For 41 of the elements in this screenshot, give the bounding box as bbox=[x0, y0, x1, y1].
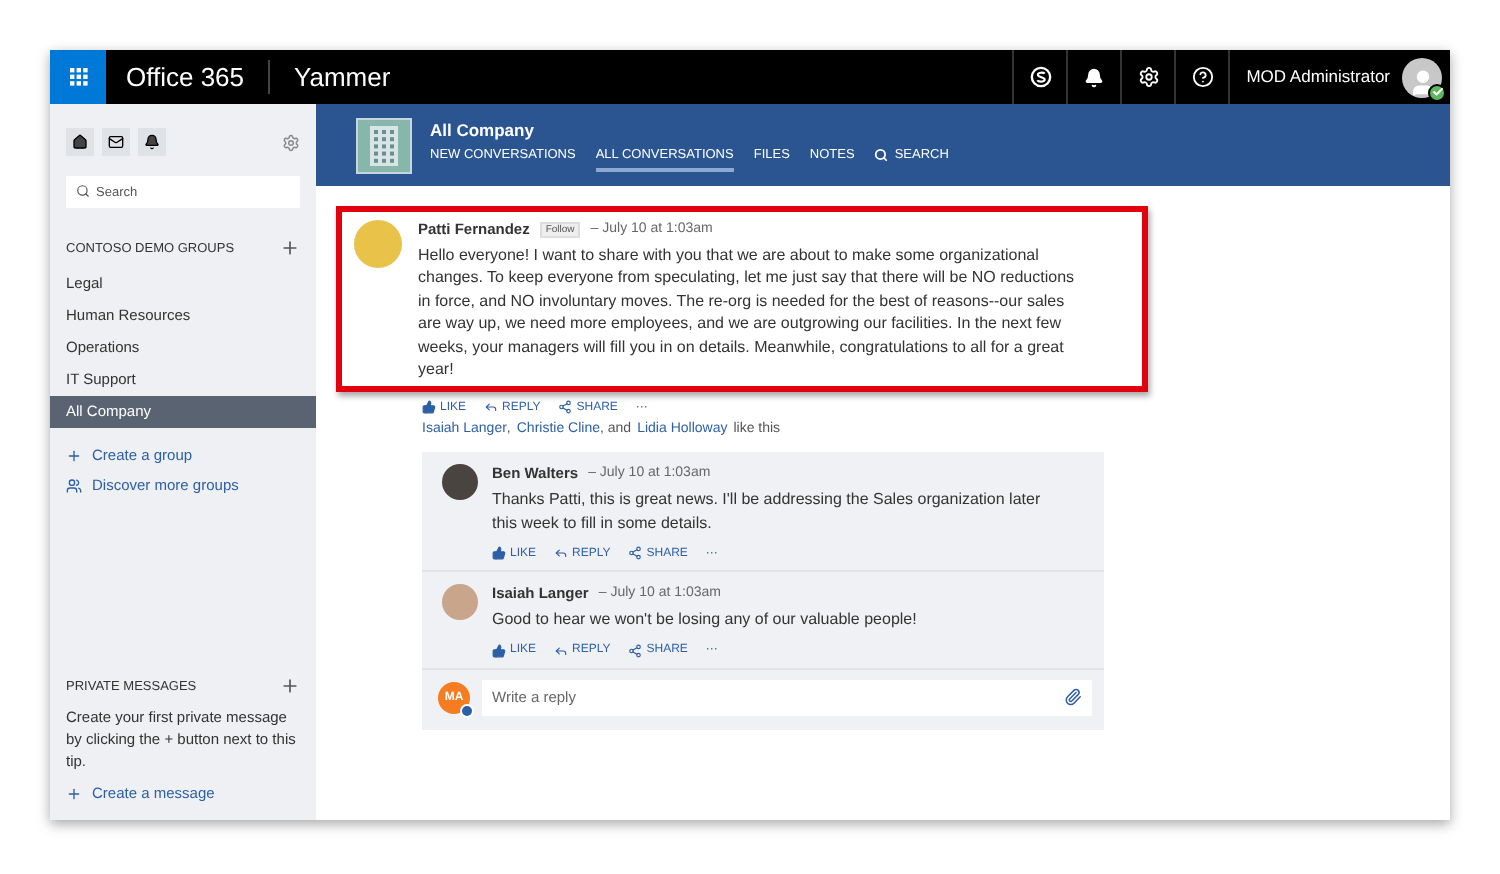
group-name: All Company bbox=[430, 119, 536, 139]
avatar-placeholder bbox=[442, 464, 478, 501]
paperclip-icon[interactable] bbox=[1064, 687, 1082, 706]
app-name: Yammer bbox=[292, 62, 393, 92]
app-launcher-button[interactable] bbox=[50, 50, 106, 104]
reply-text: Thanks Patti, this is great news. I'll be addressing the Sales organization later this week to fill in some details. bbox=[492, 488, 1043, 535]
thumbs-up-icon bbox=[492, 643, 506, 658]
home-button[interactable] bbox=[66, 128, 94, 156]
building-icon bbox=[356, 117, 412, 173]
plus-icon[interactable] bbox=[280, 676, 300, 696]
share-icon bbox=[558, 400, 573, 415]
bell-icon bbox=[144, 134, 160, 150]
mail-icon bbox=[108, 134, 124, 150]
reply-icon bbox=[484, 400, 499, 415]
thumbs-up-icon bbox=[422, 400, 436, 415]
avatar-placeholder bbox=[442, 584, 478, 621]
reply-icon bbox=[554, 546, 569, 561]
help-icon bbox=[1191, 66, 1214, 88]
reply-icon bbox=[554, 643, 569, 658]
home-icon bbox=[72, 134, 88, 150]
inbox-button[interactable] bbox=[102, 128, 130, 156]
share-icon bbox=[628, 546, 643, 561]
brand-name: Office 365 bbox=[106, 60, 271, 94]
avatar-placeholder bbox=[354, 220, 402, 268]
search-icon bbox=[76, 184, 90, 198]
people-icon bbox=[66, 477, 82, 493]
thumbs-up-icon bbox=[492, 546, 506, 561]
user-avatar[interactable] bbox=[1402, 57, 1442, 97]
waffle-icon bbox=[69, 68, 87, 86]
bell-icon bbox=[1084, 67, 1105, 87]
share-icon bbox=[628, 643, 643, 658]
plus-icon[interactable] bbox=[280, 238, 300, 258]
settings-icon bbox=[1137, 66, 1160, 88]
search-icon bbox=[874, 147, 889, 161]
plus-icon bbox=[66, 785, 82, 801]
reply-text: Good to hear we won't be losing any of our valuable people! bbox=[492, 608, 919, 632]
plus-icon bbox=[66, 447, 82, 463]
settings-icon[interactable] bbox=[282, 133, 300, 151]
post-text: Hello everyone! I want to share with you that we are about to make some organizational changes. To keep everyone from speculating, let me just say that there will be NO reductions in force, and NO involuntary moves. The re-org is needed for the best of reasons--our sales are way up, we need more employees, and we are outgrowing our facilities. In the next few weeks, your managers will fill you in on details. Meanwhile, congratulations to all for a great year! bbox=[418, 244, 1077, 381]
notifications-button[interactable] bbox=[138, 128, 166, 156]
skype-icon bbox=[1029, 66, 1052, 88]
